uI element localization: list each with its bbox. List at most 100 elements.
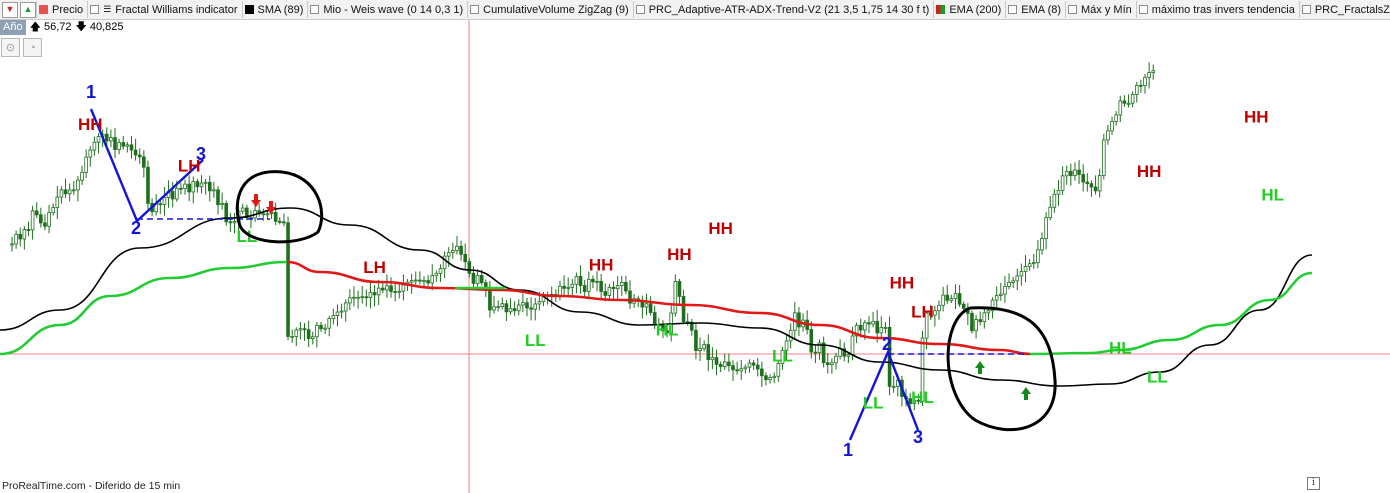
- indicator-tab[interactable]: EMA (200): [933, 1, 1005, 18]
- indicator-checkbox[interactable]: [310, 5, 320, 14]
- candle-body: [245, 207, 249, 219]
- indicator-checkbox[interactable]: [470, 5, 480, 14]
- candle-body: [504, 303, 509, 313]
- candle-body: [273, 212, 278, 222]
- indicator-tab[interactable]: máximo tras invers tendencia: [1135, 1, 1299, 18]
- pie-chart-icon[interactable]: ◔: [23, 38, 42, 57]
- candle-body: [310, 336, 315, 339]
- swing-label: HH: [1137, 162, 1162, 181]
- candle-body: [385, 285, 389, 291]
- indicator-label: SMA (89): [257, 3, 304, 16]
- green-up-arrow-icon[interactable]: ▲: [20, 1, 36, 18]
- indicator-tab[interactable]: Máx y Mín: [1065, 1, 1136, 18]
- candle-body: [677, 280, 682, 297]
- candle-body: [665, 330, 669, 334]
- candle-body: [1106, 130, 1110, 141]
- candle-body: [636, 298, 641, 302]
- candle-body: [1060, 175, 1065, 191]
- candle-body: [904, 396, 908, 400]
- indicator-tab[interactable]: ☰ Fractal Williams indicator: [87, 1, 241, 18]
- candle-body: [18, 233, 23, 240]
- candle-body: [628, 290, 632, 304]
- candle-body: [797, 312, 801, 328]
- candle-body: [59, 189, 64, 198]
- candle-body: [409, 280, 414, 283]
- candle-body: [170, 191, 175, 200]
- candle-body: [179, 187, 183, 190]
- candle-body: [335, 311, 340, 316]
- indicator-checkbox[interactable]: [1068, 5, 1078, 14]
- period-selector[interactable]: Año: [0, 20, 26, 35]
- price-chart[interactable]: 1 2 3 1 2 3 HH LH LL LH LL HH HL HH HH LL HH LL HH LH HL LL HL…: [0, 0, 1390, 493]
- indicator-tab[interactable]: CumulativeVolume ZigZag (9): [467, 1, 633, 18]
- indicator-checkbox[interactable]: [1301, 5, 1311, 14]
- candle-body: [640, 300, 645, 308]
- candle-body: [805, 319, 809, 330]
- candle-body: [426, 280, 430, 284]
- candle-body: [413, 279, 418, 282]
- candle-body: [599, 280, 603, 292]
- candle-body: [104, 133, 109, 142]
- candle-body: [150, 202, 154, 213]
- candle-body: [1064, 170, 1069, 177]
- candle-body: [908, 398, 912, 404]
- candle-body: [195, 181, 200, 188]
- candle-body: [418, 279, 422, 282]
- info-bar: Año 🡅 56,72 🡇 40,825: [0, 20, 124, 35]
- candle-body: [516, 304, 521, 312]
- candle-body: [117, 142, 121, 150]
- candle-body: [96, 136, 101, 143]
- indicator-checkbox[interactable]: [1138, 5, 1148, 14]
- candle-body: [174, 187, 179, 200]
- candle-body: [113, 137, 117, 150]
- candle-body: [63, 189, 68, 195]
- swing-label: HL: [911, 388, 934, 407]
- candle-body: [500, 303, 505, 307]
- candle-body: [920, 337, 925, 402]
- swing-label: LL: [1147, 367, 1168, 386]
- zigzag-line: [89, 108, 204, 224]
- annotation-circle: [946, 306, 1057, 432]
- candle-body: [854, 324, 859, 337]
- candle-body: [14, 233, 18, 245]
- candle-body: [722, 361, 727, 368]
- candle-body: [1114, 114, 1118, 122]
- candle-body: [957, 293, 962, 305]
- swing-label: HH: [890, 274, 915, 293]
- indicator-checkbox[interactable]: [1008, 5, 1018, 14]
- candle-body: [702, 344, 706, 350]
- candle-body: [549, 293, 554, 296]
- indicator-tab[interactable]: Mio - Weis wave (0 14 0,3 1): [307, 1, 467, 18]
- indicator-checkbox[interactable]: [936, 5, 946, 14]
- candle-body: [858, 324, 863, 331]
- indicator-tab[interactable]: EMA (8): [1005, 1, 1065, 18]
- indicator-checkbox[interactable]: [39, 5, 48, 14]
- zoom-icon[interactable]: ⊙: [1, 38, 20, 57]
- indicator-tab[interactable]: PRC_Adaptive-ATR-ADX-Trend-V2 (21 3,5 1,…: [632, 1, 934, 18]
- candle-body: [817, 342, 822, 354]
- indicator-tab[interactable]: SMA (89): [241, 1, 308, 18]
- candle-body: [875, 321, 879, 334]
- swing-label: LL: [772, 346, 793, 365]
- candle-body: [595, 280, 599, 283]
- indicator-tab[interactable]: Precio: [36, 1, 87, 18]
- candle-body: [360, 296, 364, 299]
- info-icon[interactable]: i: [1307, 477, 1320, 490]
- candle-body: [67, 189, 72, 195]
- indicator-checkbox[interactable]: [90, 5, 100, 14]
- candle-body: [356, 296, 360, 299]
- indicator-tab[interactable]: PRC_FractalsZigZ: [1298, 1, 1390, 18]
- red-down-arrow-icon[interactable]: ▼: [2, 1, 18, 18]
- footer-source: ProRealTime.com - Diferido de 15 min: [2, 480, 181, 492]
- candle-body: [286, 222, 290, 337]
- indicator-checkbox[interactable]: [244, 5, 254, 14]
- candle-body: [492, 306, 496, 311]
- candle-body: [1015, 275, 1020, 282]
- swing-label: HH: [78, 115, 103, 134]
- chart-tools: ⊙ ◔: [0, 38, 44, 57]
- indicator-checkbox[interactable]: [635, 5, 645, 14]
- ema200-up-line: [1029, 271, 1313, 356]
- candle-body: [348, 297, 352, 304]
- candle-body: [587, 278, 591, 292]
- candle-body: [26, 229, 31, 232]
